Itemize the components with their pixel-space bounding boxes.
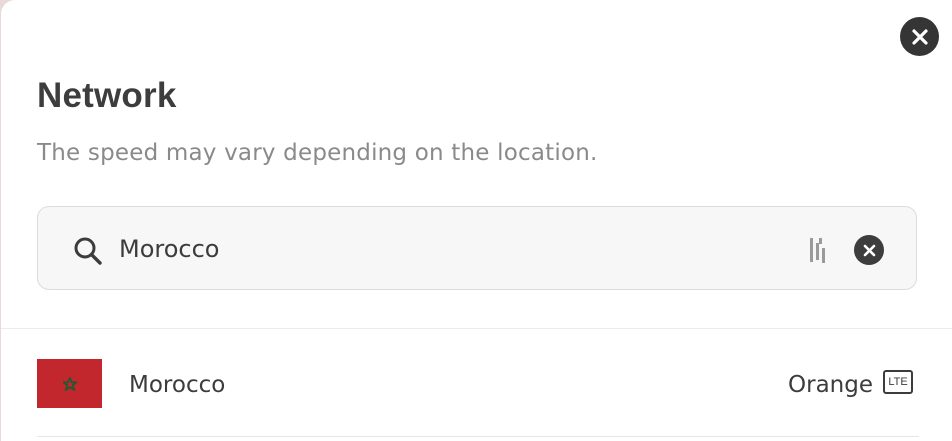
morocco-flag-icon [37, 359, 102, 408]
divider [1, 328, 952, 329]
clear-icon [863, 244, 875, 256]
search-input[interactable] [119, 229, 759, 269]
search-icon [74, 237, 102, 265]
network-type-badge: LTE [883, 370, 913, 394]
network-result-row[interactable]: Morocco Orange LTE [37, 342, 919, 437]
dialog-subtitle: The speed may vary depending on the loca… [37, 140, 598, 166]
close-button[interactable] [900, 17, 939, 56]
carrier-name: Orange [788, 372, 873, 398]
star-icon [62, 376, 77, 391]
country-name: Morocco [129, 372, 226, 398]
dialog-title: Network [37, 76, 177, 115]
close-icon [911, 28, 928, 45]
network-dialog: Network The speed may vary depending on … [1, 0, 952, 441]
password-manager-icon[interactable] [808, 235, 832, 265]
clear-search-button[interactable] [854, 235, 884, 265]
search-box[interactable] [37, 206, 917, 290]
